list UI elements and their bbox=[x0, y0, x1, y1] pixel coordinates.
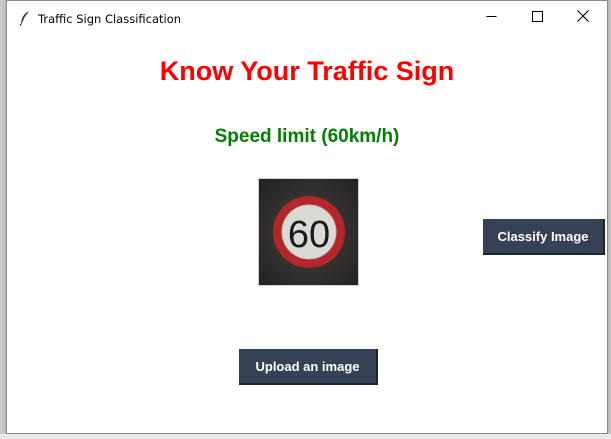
maximize-button[interactable] bbox=[514, 1, 560, 35]
minimize-icon bbox=[486, 9, 497, 27]
screen-bottom-edge bbox=[0, 434, 611, 439]
feather-icon bbox=[18, 10, 32, 26]
upload-image-button[interactable]: Upload an image bbox=[239, 349, 378, 385]
window-title: Traffic Sign Classification bbox=[38, 12, 182, 26]
prediction-label: Speed limit (60km/h) bbox=[214, 126, 400, 147]
page-heading: Know Your Traffic Sign bbox=[159, 56, 455, 86]
uploaded-sign-image: 60 bbox=[258, 178, 359, 286]
close-button[interactable] bbox=[560, 1, 606, 35]
minimize-button[interactable] bbox=[468, 1, 514, 35]
maximize-icon bbox=[531, 9, 543, 27]
close-icon bbox=[577, 9, 589, 27]
title-bar[interactable]: Traffic Sign Classification bbox=[7, 1, 607, 35]
sign-speed-text: 60 bbox=[288, 214, 330, 256]
classify-image-button[interactable]: Classify Image bbox=[483, 219, 605, 255]
app-window: Traffic Sign Classification Know Your Tr… bbox=[6, 0, 608, 434]
